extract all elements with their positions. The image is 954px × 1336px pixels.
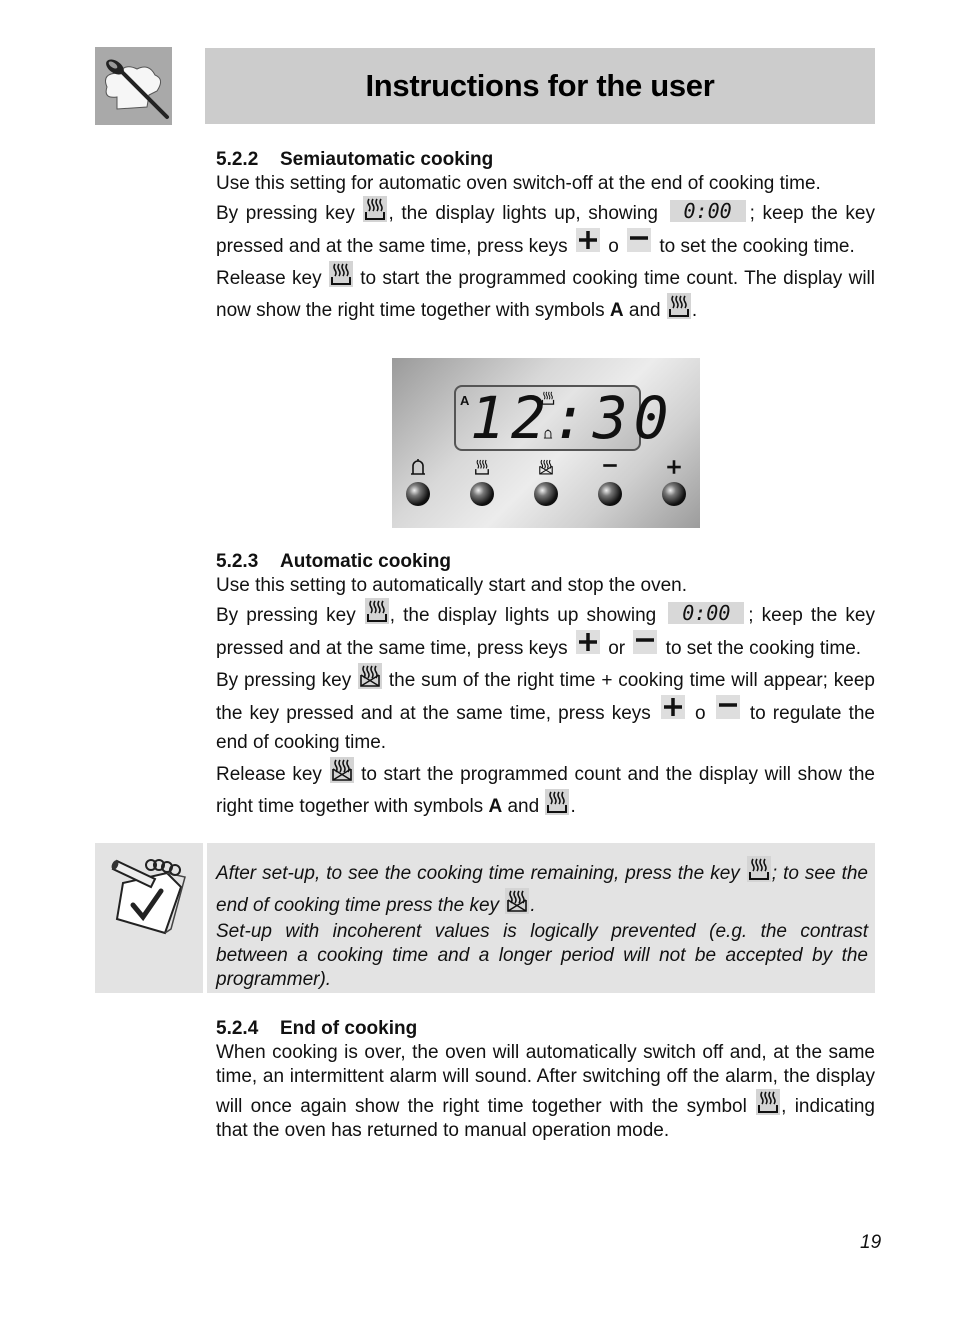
- oven-steam-icon: [470, 458, 494, 476]
- oven-steam-icon: [328, 261, 353, 287]
- paragraph: By pressing key , the display lights up,…: [216, 196, 875, 261]
- oven-steam-icon: [540, 390, 556, 406]
- symbol-a: A: [460, 393, 470, 408]
- plus-icon: [575, 228, 600, 252]
- section-title: Automatic cooking: [280, 551, 452, 572]
- text: By pressing key: [216, 670, 358, 691]
- oven-end-icon: [358, 663, 383, 689]
- chef-hat-spoon-icon: [95, 47, 172, 125]
- cooking-time-button: [470, 482, 494, 506]
- note-paragraph: Set-up with incoherent values is logical…: [216, 921, 868, 990]
- end-of-cooking-button: [534, 482, 558, 506]
- plus-icon: [575, 630, 600, 654]
- oven-steam-icon: [545, 789, 570, 815]
- symbol-a: A: [488, 796, 503, 817]
- section-number: 5.2.2: [216, 149, 259, 170]
- text: or: [602, 638, 631, 659]
- paragraph: When cooking is over, the oven will auto…: [216, 1041, 875, 1143]
- bell-icon: [406, 458, 430, 476]
- text: .: [530, 895, 536, 916]
- minus-icon: [627, 228, 652, 252]
- text: o: [687, 703, 713, 724]
- lcd-display: A 12:30: [454, 385, 669, 451]
- paragraph: By pressing key the sum of the right tim…: [216, 663, 875, 757]
- minus-icon: [633, 630, 658, 654]
- section-heading: 5.2.4 End of cooking: [216, 1017, 875, 1041]
- minus-icon: [715, 695, 740, 719]
- note-box: After set-up, to see the cooking time re…: [95, 843, 875, 993]
- text: o: [602, 236, 625, 257]
- paragraph: Use this setting to automatically start …: [216, 574, 875, 598]
- page-title: Instructions for the user: [365, 68, 715, 103]
- note-icon-panel: [95, 843, 203, 993]
- oven-steam-icon: [756, 1089, 781, 1115]
- note-paragraph: After set-up, to see the cooking time re…: [216, 856, 868, 920]
- section-automatic-cooking: 5.2.3 Automatic cooking Use this setting …: [216, 550, 875, 821]
- display-time: 12:30: [470, 384, 675, 452]
- paragraph: Use this setting for automatic oven swit…: [216, 172, 875, 196]
- oven-control-panel-image: A 12:30: [392, 358, 700, 528]
- section-title: End of cooking: [280, 1018, 418, 1039]
- paragraph: Release key to start the programmed cook…: [216, 261, 875, 325]
- symbol-a: A: [609, 300, 624, 321]
- text: , the display lights up, showing: [388, 203, 666, 224]
- oven-steam-icon: [363, 196, 388, 222]
- section-number: 5.2.4: [216, 1018, 259, 1039]
- text: .: [691, 300, 698, 321]
- paragraph: By pressing key , the display lights up …: [216, 598, 875, 663]
- minus-button: [598, 482, 622, 506]
- section-number: 5.2.3: [216, 551, 259, 572]
- plus-icon: [660, 695, 685, 719]
- oven-end-icon: [534, 458, 558, 476]
- plus-button: [662, 482, 686, 506]
- bell-icon: [541, 427, 555, 441]
- section-semiautomatic-cooking: 5.2.2 Semiautomatic cooking Use this sett…: [216, 148, 875, 325]
- text: to set the cooking time.: [660, 638, 862, 659]
- page-number: 19: [860, 1232, 882, 1253]
- text: and: [623, 300, 666, 321]
- header-bar: Instructions for the user: [205, 48, 875, 124]
- display-readout: 0:00: [669, 200, 746, 222]
- notepad-check-icon: [111, 859, 186, 935]
- paragraph: Release key to start the programmed coun…: [216, 757, 875, 821]
- text: .: [570, 796, 576, 817]
- oven-end-icon: [505, 888, 530, 914]
- text: After set-up, to see the cooking time re…: [216, 863, 746, 884]
- note-text-panel: After set-up, to see the cooking time re…: [207, 843, 875, 993]
- oven-steam-icon: [666, 293, 691, 319]
- plus-icon: [662, 458, 686, 476]
- text: Use this setting for automatic oven swit…: [216, 173, 821, 194]
- oven-end-icon: [329, 757, 354, 783]
- text: to set the cooking time.: [654, 236, 855, 257]
- oven-steam-icon: [364, 598, 389, 624]
- text: By pressing key: [216, 203, 363, 224]
- section-title: Semiautomatic cooking: [280, 149, 494, 170]
- text: Release key: [216, 268, 328, 289]
- display-readout: 0:00: [668, 602, 745, 624]
- text: By pressing key: [216, 605, 364, 626]
- minus-icon: [598, 458, 622, 476]
- alarm-button: [406, 482, 430, 506]
- section-end-of-cooking: 5.2.4 End of cooking When cooking is over…: [216, 1017, 875, 1143]
- section-heading: 5.2.2 Semiautomatic cooking: [216, 148, 875, 172]
- text: and: [502, 796, 545, 817]
- text: Release key: [216, 764, 329, 785]
- section-heading: 5.2.3 Automatic cooking: [216, 550, 875, 574]
- oven-steam-icon: [746, 856, 771, 882]
- text: Use this setting to automatically start …: [216, 575, 688, 596]
- text: , the display lights up showing: [389, 605, 665, 626]
